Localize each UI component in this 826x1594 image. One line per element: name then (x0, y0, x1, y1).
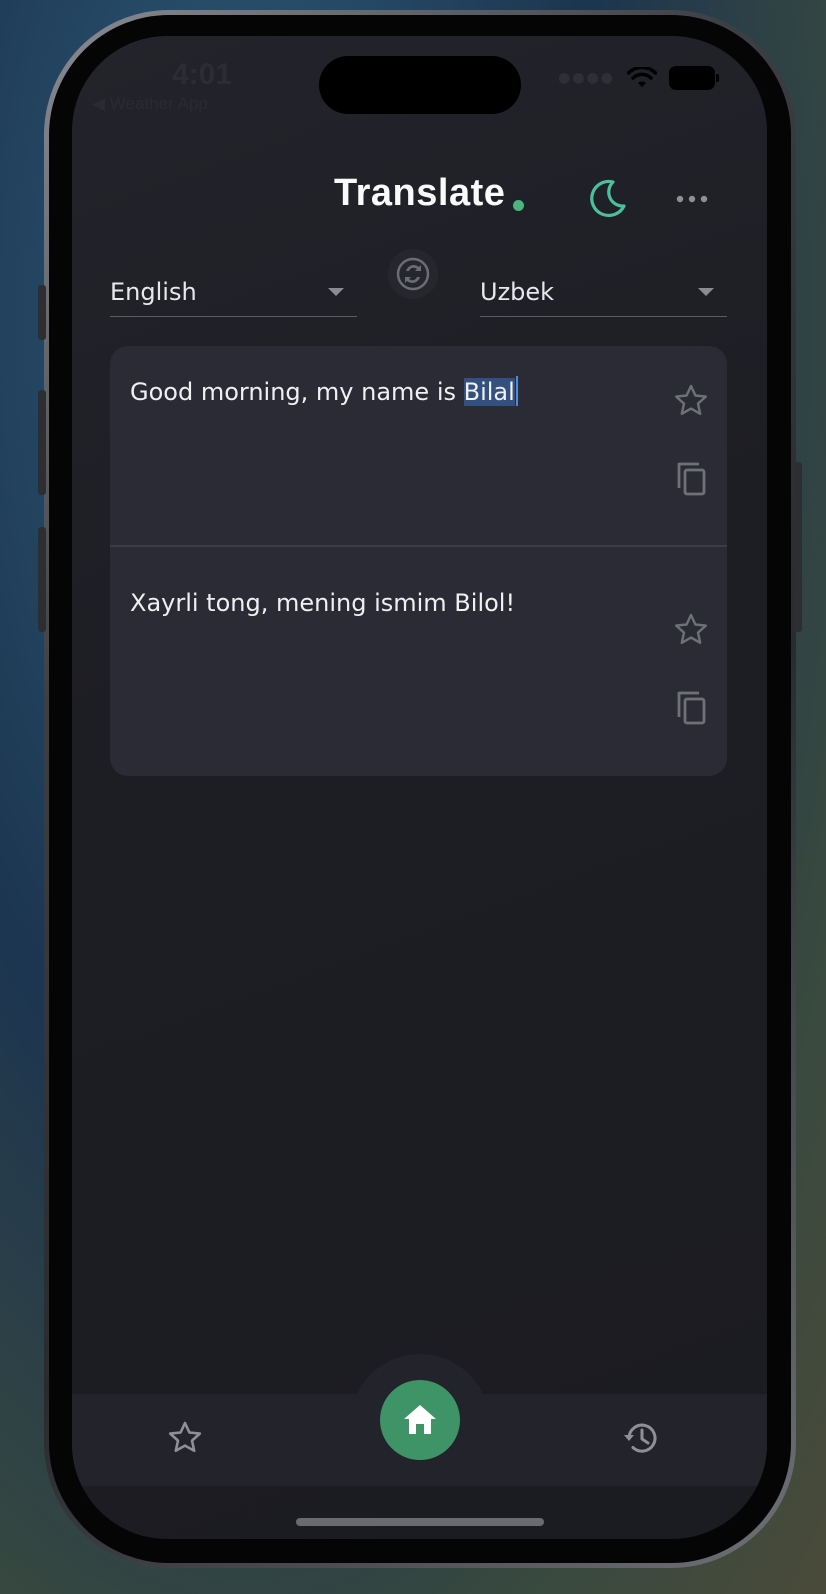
chevron-down-icon (698, 288, 714, 296)
volume-up-button (38, 390, 46, 495)
target-copy-button[interactable] (671, 687, 711, 727)
more-horizontal-icon (676, 195, 708, 203)
title-accent-dot (513, 200, 524, 211)
star-outline-icon (675, 384, 707, 415)
target-language-select[interactable]: Uzbek (480, 256, 727, 317)
selected-text: Bilal (463, 378, 515, 406)
app-screen: 4:01 ◀ Weather App ●●●● Translate Englis… (72, 36, 767, 1539)
battery-icon (669, 66, 719, 90)
moon-icon (590, 179, 626, 218)
source-language-select[interactable]: English (110, 256, 357, 317)
star-outline-icon (675, 613, 707, 644)
translation-card: Good morning, my name is Bilal Xayrli to… (110, 346, 727, 776)
back-to-app-link[interactable]: ◀ Weather App (92, 94, 208, 114)
home-icon (404, 1405, 436, 1434)
translated-text: Xayrli tong, mening ismim Bilol! (130, 589, 516, 617)
source-favorite-button[interactable] (671, 381, 711, 421)
source-language-label: English (110, 278, 197, 306)
text-cursor (515, 376, 518, 406)
nav-history-button[interactable] (621, 1418, 661, 1458)
app-title: Translate (334, 172, 506, 214)
target-favorite-button[interactable] (671, 610, 711, 650)
status-time: 4:01 (172, 58, 233, 91)
history-icon (624, 1423, 657, 1453)
swap-icon (396, 257, 430, 291)
nav-home-button[interactable] (380, 1380, 460, 1460)
target-language-label: Uzbek (480, 278, 555, 306)
source-copy-button[interactable] (671, 458, 711, 498)
signal-icon: ●●●● (558, 70, 615, 86)
power-button (794, 462, 802, 632)
action-button (38, 285, 46, 340)
status-indicators: ●●●● (558, 66, 719, 90)
swap-languages-button[interactable] (388, 249, 438, 299)
nav-favorites-button[interactable] (165, 1418, 205, 1458)
card-divider (110, 545, 727, 547)
star-outline-icon (168, 1421, 202, 1453)
copy-icon (677, 691, 706, 725)
volume-down-button (38, 527, 46, 632)
theme-toggle-button[interactable] (585, 176, 629, 220)
wifi-icon (627, 67, 657, 87)
more-options-button[interactable] (672, 184, 712, 214)
source-text-input[interactable]: Good morning, my name is Bilal (130, 376, 518, 406)
source-text-unselected: Good morning, my name is (130, 378, 464, 406)
home-indicator (296, 1518, 544, 1526)
dynamic-island (319, 56, 521, 114)
chevron-down-icon (328, 288, 344, 296)
copy-icon (677, 462, 706, 496)
